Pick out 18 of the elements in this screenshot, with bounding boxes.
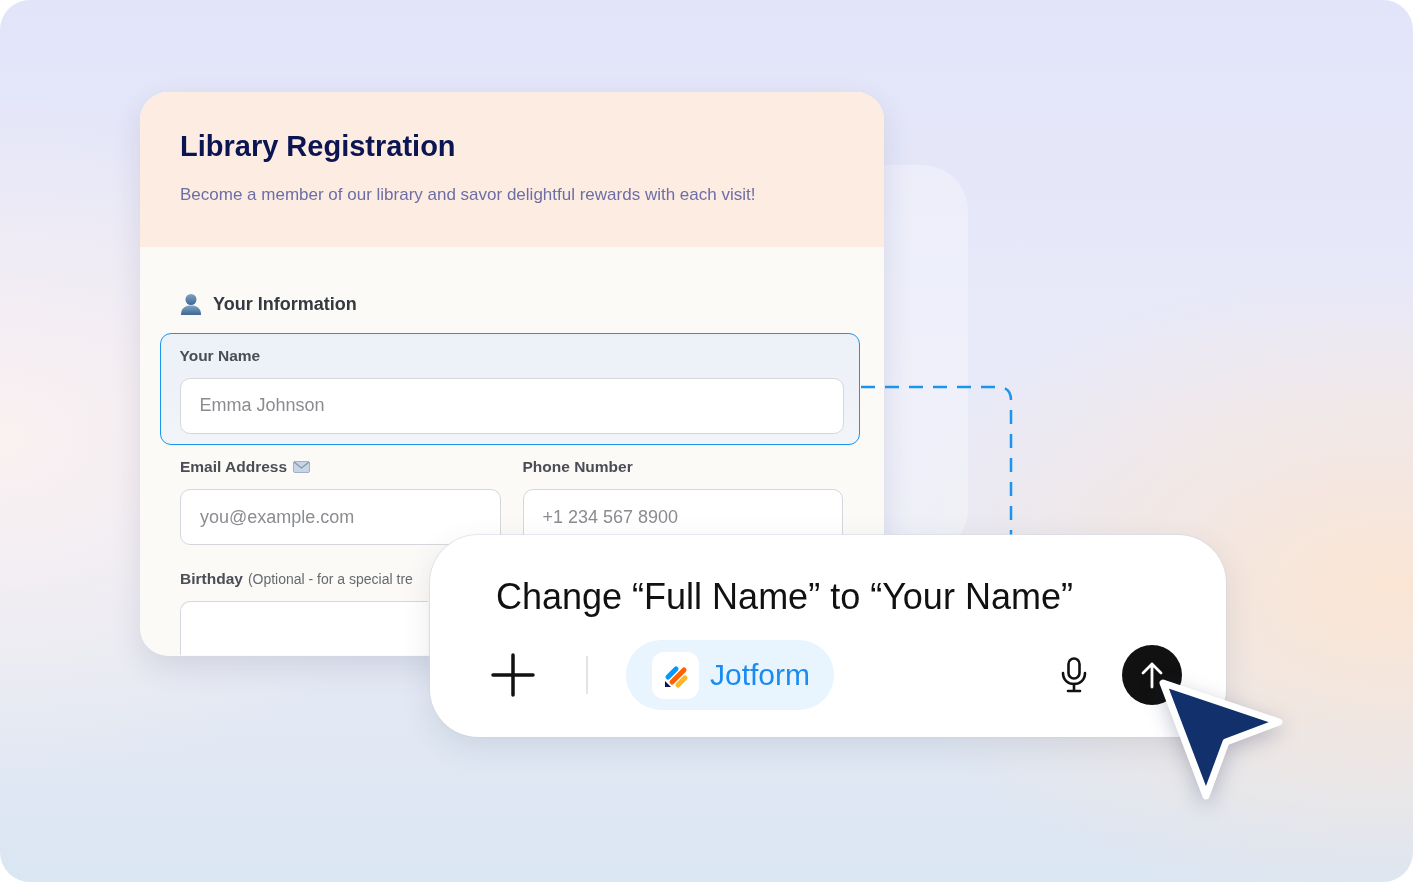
section-title: Your Information <box>213 293 357 315</box>
input-field[interactable] <box>180 601 428 655</box>
person-icon <box>180 293 202 315</box>
field-label: Birthday <box>180 569 243 589</box>
form-title: Library Registration <box>180 129 457 164</box>
plus-icon[interactable] <box>491 653 535 697</box>
input-field[interactable]: you@example.com <box>180 489 501 545</box>
field-hint: (Optional - for a special tre <box>247 570 413 589</box>
arrow-up-icon <box>1140 661 1164 689</box>
input-field[interactable]: Emma Johnson <box>179 377 844 434</box>
field-label: Your Name <box>179 345 261 366</box>
form-subtitle: Become a member of our library and savor delightful rewards with each visit! <box>180 184 757 205</box>
field-label: Email Address <box>180 457 288 477</box>
envelope-icon <box>293 461 311 473</box>
field-label: Phone Number <box>522 457 633 477</box>
logo-icon <box>652 651 699 699</box>
microphone-icon[interactable] <box>1060 657 1088 693</box>
prompt-input[interactable]: Change “Full Name” to “Your Name” <box>496 575 1182 619</box>
